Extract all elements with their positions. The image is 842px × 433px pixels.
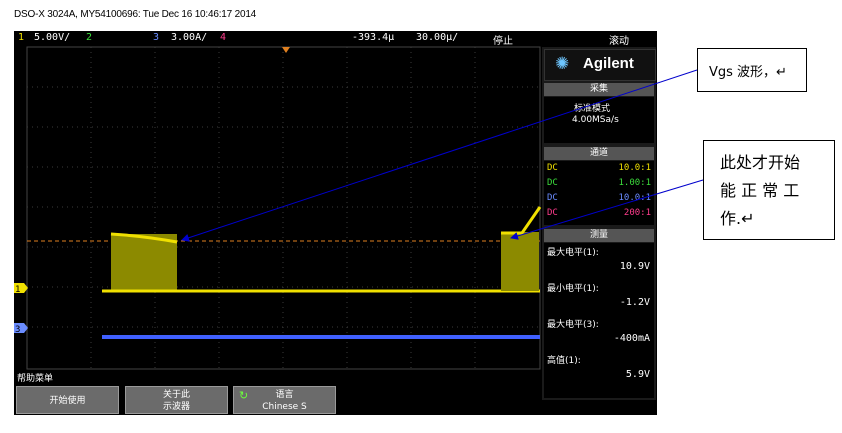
measurement-label: 最大电平(3): [547,320,599,330]
channel-coupling: DC [547,193,558,203]
channels-section: DC 10.0:1 DC 1.00:1 DC 10.0:1 DC 200:1 [544,161,654,225]
channel-probe-ratio: 200:1 [623,208,651,218]
svg-text:3: 3 [15,325,20,335]
help-menu-label: 帮助菜单 [17,374,54,384]
channel-probe-ratio: 10.0:1 [618,163,651,173]
softkey-bar: 帮助菜单 开始使用 关于此 示波器 ↻ 语言 Chinese S [14,370,542,415]
side-panel: ✺ Agilent 采集 标准模式 4.00MSa/s 通道 DC 10.0:1 D… [542,47,656,400]
getting-started-button[interactable]: 开始使用 [16,386,119,414]
acquire-header[interactable]: 采集 [544,83,654,96]
window-title: DSO-X 3024A, MY54100696: Tue Dec 16 10:4… [14,9,257,20]
measurement-value: -1.2V [619,297,650,308]
oscilloscope-screen: 1 5.00V/ 2 3 3.00A/ 4 -393.4µ 30.00µ/ 停止… [14,31,657,415]
normal-callout: 此处才开始 能 正 常 工 作.↵ [703,140,835,240]
ch3-ground-marker[interactable]: 3 [14,323,28,335]
waveform-display[interactable]: 1 3 [14,31,542,370]
svg-text:1: 1 [15,285,20,295]
about-label-line2: 示波器 [162,402,190,412]
language-label: 语言 [275,390,294,400]
channel-probe-ratio: 1.00:1 [618,178,651,188]
measure-header[interactable]: 测量 [544,229,654,242]
measure-section: 最大电平(1): 10.9V 最小电平(1): -1.2V 最大电平(3): -400mA… [544,243,654,398]
vgs-callout: Vgs 波形，↵ [697,48,807,92]
channel-coupling: DC [547,178,558,188]
channel-coupling: DC [547,208,558,218]
measurement-label: 最大电平(1): [547,248,599,258]
ch1-ground-marker[interactable]: 1 [14,283,28,295]
language-button[interactable]: ↻ 语言 Chinese S [233,386,336,414]
vgs-callout-text: Vgs 波形，↵ [709,65,787,80]
acquire-mode: 标准模式 [574,104,611,114]
measurement-value: 10.9V [619,261,650,272]
measurement-label: 高值(1): [547,356,581,366]
language-value: Chinese S [262,402,307,412]
channels-header[interactable]: 通道 [544,147,654,160]
channel-coupling: DC [547,163,558,173]
measurement-label: 最小电平(1): [547,284,599,294]
about-scope-button[interactable]: 关于此 示波器 [125,386,228,414]
agilent-logo: ✺ Agilent [544,49,656,81]
agilent-spark-icon: ✺ [555,54,570,74]
measurement-value: -400mA [613,333,650,344]
channel-probe-ratio: 10.0:1 [618,193,651,203]
about-label-line1: 关于此 [162,390,190,400]
measurement-value: 5.9V [625,369,650,380]
normal-callout-text: 此处才开始 能 正 常 工 作.↵ [720,153,801,228]
trigger-mode[interactable]: 滚动 [609,32,629,47]
acquire-section: 标准模式 4.00MSa/s [544,97,654,143]
sample-rate: 4.00MSa/s [572,115,619,125]
brand-name: Agilent [583,55,634,72]
rotate-knob-icon: ↻ [239,389,249,402]
getting-started-label: 开始使用 [49,396,86,406]
